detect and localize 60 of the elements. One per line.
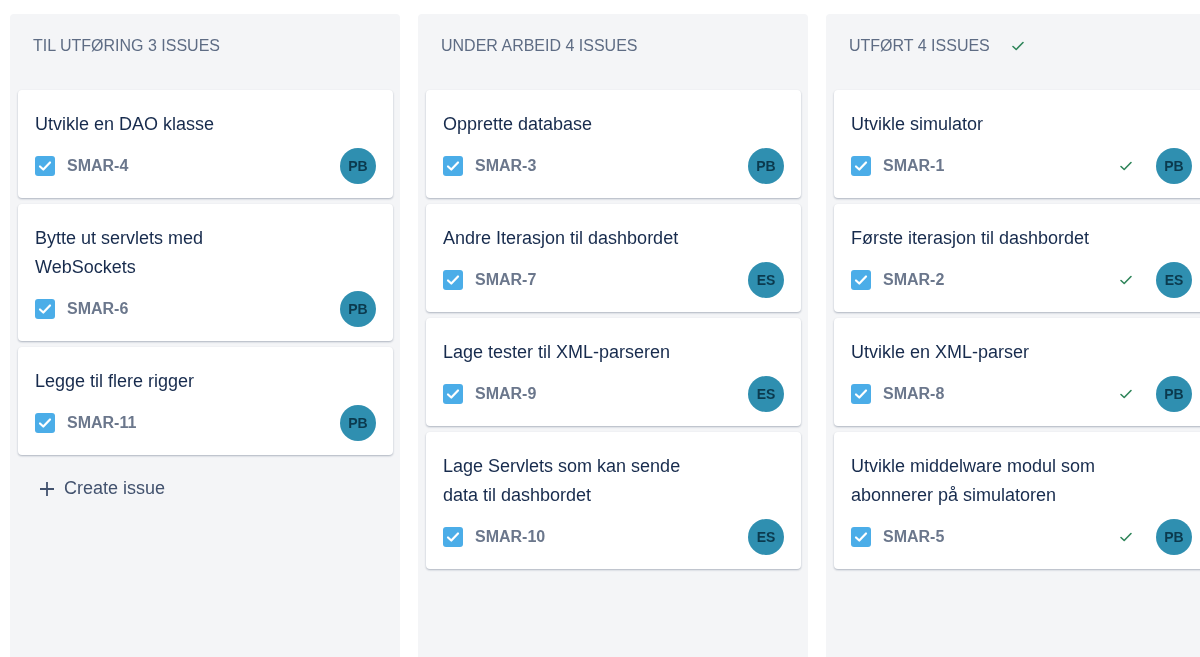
issue-key[interactable]: SMAR-1	[883, 154, 1106, 178]
issue-key[interactable]: SMAR-10	[475, 525, 726, 549]
issue-card[interactable]: Utvikle middelware modul som abonnerer på simulatoren SMAR-5 PB	[834, 432, 1200, 569]
create-issue-button[interactable]: Create issue	[38, 475, 166, 502]
assignee-avatar[interactable]: PB	[1156, 519, 1192, 555]
issue-card[interactable]: Opprette database SMAR-3 PB	[426, 90, 801, 198]
issue-key[interactable]: SMAR-8	[883, 382, 1106, 406]
assignee-avatar[interactable]: ES	[748, 376, 784, 412]
issue-title: Utvikle middelware modul som abonnerer på simulatoren	[851, 455, 1097, 507]
assignee-avatar[interactable]: PB	[1156, 376, 1192, 412]
issue-card[interactable]: Bytte ut servlets med WebSockets SMAR-6 PB	[18, 204, 393, 341]
assignee-avatar[interactable]: ES	[1156, 262, 1192, 298]
issue-card[interactable]: Utvikle simulator SMAR-1 PB	[834, 90, 1200, 198]
issue-key[interactable]: SMAR-6	[67, 297, 318, 321]
column-title: TIL UTFØRING 3 ISSUES	[33, 36, 220, 56]
issue-title: Utvikle en XML-parser	[851, 341, 1031, 364]
task-checkbox-icon	[35, 299, 55, 319]
task-checkbox-icon	[443, 384, 463, 404]
issue-card[interactable]: Lage tester til XML-parseren SMAR-9 ES	[426, 318, 801, 426]
column-title: UTFØRT 4 ISSUES	[849, 36, 990, 56]
issue-key[interactable]: SMAR-11	[67, 411, 318, 435]
assignee-avatar[interactable]: PB	[748, 148, 784, 184]
issue-card[interactable]: Lage Servlets som kan sende data til dashbordet SMAR-10 ES	[426, 432, 801, 569]
issue-card[interactable]: Første iterasjon til dashbordet SMAR-2 ES	[834, 204, 1200, 312]
task-checkbox-icon	[851, 270, 871, 290]
issue-key[interactable]: SMAR-2	[883, 268, 1106, 292]
task-checkbox-icon	[851, 527, 871, 547]
assignee-avatar[interactable]: ES	[748, 262, 784, 298]
issue-title: Lage tester til XML-parseren	[443, 341, 672, 364]
issue-title: Legge til flere rigger	[35, 370, 196, 393]
issue-card[interactable]: Legge til flere rigger SMAR-11 PB	[18, 347, 393, 455]
issue-key[interactable]: SMAR-5	[883, 525, 1106, 549]
task-checkbox-icon	[443, 527, 463, 547]
assignee-avatar[interactable]: PB	[340, 291, 376, 327]
issue-card[interactable]: Utvikle en DAO klasse SMAR-4 PB	[18, 90, 393, 198]
issue-title: Utvikle en DAO klasse	[35, 113, 216, 136]
column-title: UNDER ARBEID 4 ISSUES	[441, 36, 638, 56]
issue-title: Første iterasjon til dashbordet	[851, 227, 1091, 250]
issue-key[interactable]: SMAR-7	[475, 268, 726, 292]
issue-key[interactable]: SMAR-9	[475, 382, 726, 406]
task-checkbox-icon	[35, 413, 55, 433]
issue-title: Andre Iterasjon til dashbordet	[443, 227, 680, 250]
issue-key[interactable]: SMAR-3	[475, 154, 726, 178]
task-checkbox-icon	[443, 270, 463, 290]
issue-key[interactable]: SMAR-4	[67, 154, 318, 178]
assignee-avatar[interactable]: PB	[340, 148, 376, 184]
plus-icon	[38, 479, 56, 498]
assignee-avatar[interactable]: PB	[1156, 148, 1192, 184]
issue-card[interactable]: Andre Iterasjon til dashbordet SMAR-7 ES	[426, 204, 801, 312]
task-checkbox-icon	[35, 156, 55, 176]
issue-title: Lage Servlets som kan sende data til dashbordet	[443, 455, 682, 507]
issue-title: Utvikle simulator	[851, 113, 985, 136]
assignee-avatar[interactable]: ES	[748, 519, 784, 555]
assignee-avatar[interactable]: PB	[340, 405, 376, 441]
issue-title: Bytte ut servlets med WebSockets	[35, 227, 205, 279]
task-checkbox-icon	[851, 384, 871, 404]
issue-title: Opprette database	[443, 113, 594, 136]
task-checkbox-icon	[851, 156, 871, 176]
task-checkbox-icon	[443, 156, 463, 176]
issue-card[interactable]: Utvikle en XML-parser SMAR-8 PB	[834, 318, 1200, 426]
